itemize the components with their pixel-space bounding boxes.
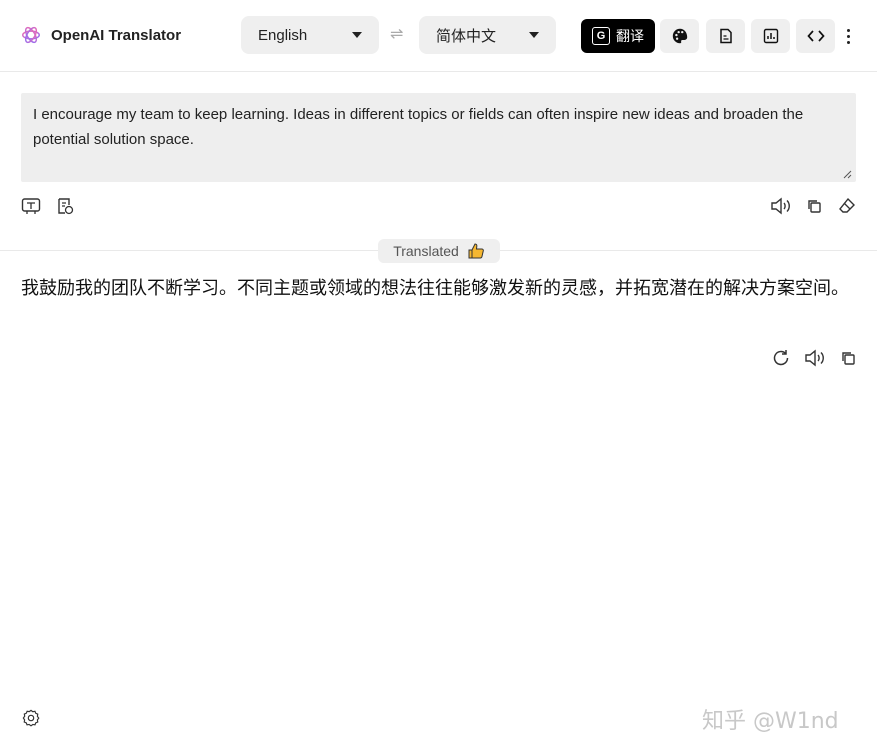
history-button[interactable] xyxy=(751,19,790,53)
history-list-icon[interactable] xyxy=(54,195,76,217)
chevron-down-icon xyxy=(352,32,362,38)
copy-icon[interactable] xyxy=(803,195,825,217)
source-text: I encourage my team to keep learning. Id… xyxy=(33,106,804,148)
target-language-select[interactable]: 简体中文 xyxy=(419,16,556,54)
retry-icon[interactable] xyxy=(770,347,792,369)
more-menu-icon[interactable] xyxy=(843,24,853,48)
source-text-input[interactable]: I encourage my team to keep learning. Id… xyxy=(21,93,856,182)
source-language-select[interactable]: English xyxy=(241,16,379,54)
source-language-value: English xyxy=(258,26,308,44)
openai-logo-icon xyxy=(22,26,40,44)
gear-icon[interactable] xyxy=(20,707,42,729)
palette-icon xyxy=(672,28,687,44)
chevron-down-icon xyxy=(529,32,539,38)
target-language-value: 简体中文 xyxy=(436,27,497,45)
code-icon xyxy=(806,30,825,42)
translate-button-label: 翻译 xyxy=(616,28,644,44)
translation-output: 我鼓励我的团队不断学习。不同主题或领域的想法往往能够激发新的灵感，并拓宽潜在的解… xyxy=(21,278,849,299)
translated-status-badge: Translated xyxy=(378,239,500,263)
header: OpenAI Translator English ⇌ 简体中文 G 翻译 xyxy=(0,0,877,72)
thumbs-up-icon xyxy=(468,243,484,259)
copy-icon[interactable] xyxy=(837,347,859,369)
swap-languages-icon[interactable]: ⇌ xyxy=(390,24,403,44)
code-button[interactable] xyxy=(796,19,835,53)
google-translate-icon: G xyxy=(592,27,610,45)
speaker-icon[interactable] xyxy=(804,347,826,369)
watermark: 知乎 @W1nd xyxy=(702,709,839,734)
eraser-icon[interactable] xyxy=(836,195,858,217)
theme-button[interactable] xyxy=(660,19,699,53)
file-icon xyxy=(719,28,732,44)
chart-icon xyxy=(763,28,778,44)
file-button[interactable] xyxy=(706,19,745,53)
translated-status-label: Translated xyxy=(393,243,459,259)
resize-handle-icon[interactable] xyxy=(842,169,852,179)
speaker-icon[interactable] xyxy=(770,195,792,217)
translate-button[interactable]: G 翻译 xyxy=(581,19,655,53)
app-title: OpenAI Translator xyxy=(51,27,182,44)
keyboard-icon[interactable] xyxy=(20,195,42,217)
